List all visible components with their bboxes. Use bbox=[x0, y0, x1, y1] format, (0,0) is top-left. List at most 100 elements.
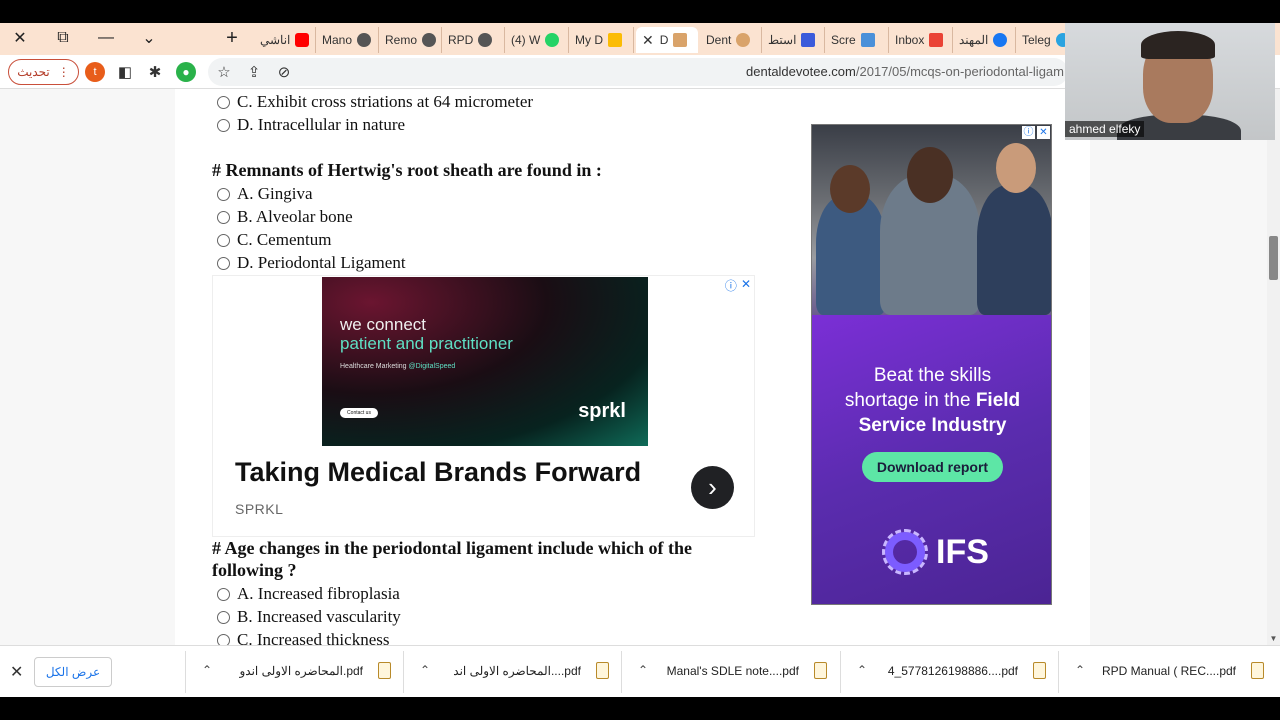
letterbox-bottom bbox=[0, 697, 1280, 720]
tab-screen[interactable]: Scre bbox=[825, 27, 889, 53]
tab-label: Mano bbox=[322, 33, 353, 47]
ad-choices[interactable]: ⓘ ✕ bbox=[725, 277, 751, 294]
ad-choices[interactable]: ⓘ ✕ bbox=[1022, 126, 1050, 139]
webcam-person-hair bbox=[1141, 31, 1215, 59]
radio-icon[interactable] bbox=[217, 187, 230, 201]
extensions-icon[interactable]: ✱ bbox=[145, 62, 165, 82]
person-head bbox=[830, 165, 870, 213]
option-d-prev[interactable]: D. Intracellular in nature bbox=[217, 115, 405, 135]
facebook-icon bbox=[993, 33, 1008, 47]
chevron-up-icon[interactable]: ⌃ bbox=[1075, 663, 1085, 677]
tab-label: اناشي bbox=[260, 33, 291, 47]
scroll-down-icon[interactable]: ▼ bbox=[1267, 634, 1280, 643]
minimize-window-icon[interactable]: — bbox=[86, 23, 126, 53]
ad-info-icon[interactable]: ⓘ bbox=[725, 277, 737, 294]
ad-line3-text: Healthcare Marketing bbox=[340, 363, 407, 370]
radio-icon[interactable] bbox=[217, 118, 230, 132]
download-item[interactable]: ⌃ المحاضره الاولى اند....pdf bbox=[403, 651, 621, 693]
close-downloads-icon[interactable]: ✕ bbox=[10, 662, 23, 682]
download-filename: المحاضره الاولى اندو.pdf bbox=[239, 664, 363, 678]
option-label: B. Increased vascularity bbox=[237, 607, 401, 626]
tab-rpd[interactable]: RPD bbox=[442, 27, 505, 53]
download-item[interactable]: ⌃ المحاضره الاولى اندو.pdf bbox=[185, 651, 403, 693]
chevron-up-icon[interactable]: ⌃ bbox=[638, 663, 648, 677]
star-icon[interactable]: ☆ bbox=[214, 62, 234, 82]
share-icon[interactable]: ⇪ bbox=[244, 62, 264, 82]
option-a[interactable]: A. Gingiva bbox=[217, 184, 313, 204]
tab-active[interactable]: ✕ D bbox=[636, 27, 698, 53]
sidebar-icon[interactable]: ◧ bbox=[115, 62, 135, 82]
whatsapp-icon bbox=[545, 33, 560, 47]
chevron-up-icon[interactable]: ⌃ bbox=[857, 663, 867, 677]
ad-close-icon[interactable]: ✕ bbox=[1037, 126, 1050, 139]
ifs-swirl-icon bbox=[882, 529, 928, 575]
extension-green-icon[interactable]: ● bbox=[176, 62, 196, 82]
update-button[interactable]: تحديث ⋮ bbox=[8, 59, 79, 85]
radio-icon[interactable] bbox=[217, 233, 230, 247]
radio-icon[interactable] bbox=[217, 256, 230, 270]
person-head bbox=[996, 143, 1036, 193]
ad-close-icon[interactable]: ✕ bbox=[741, 277, 751, 294]
inline-ad[interactable]: we connect patient and practitioner Heal… bbox=[212, 275, 755, 537]
option-a[interactable]: A. Increased fibroplasia bbox=[217, 584, 400, 604]
url-path: /2017/05/mcqs-on-periodontal-ligam bbox=[855, 64, 1064, 79]
option-c[interactable]: C. Cementum bbox=[217, 230, 331, 250]
radio-icon[interactable] bbox=[217, 633, 230, 645]
person-shape bbox=[816, 195, 886, 315]
tab-mano[interactable]: Mano bbox=[316, 27, 379, 53]
option-b[interactable]: B. Alveolar bone bbox=[217, 207, 353, 227]
ad-copy-line: shortage in the Field bbox=[812, 388, 1051, 413]
chevron-up-icon[interactable]: ⌃ bbox=[420, 663, 430, 677]
option-label: D. Intracellular in nature bbox=[237, 115, 406, 134]
hide-eye-icon[interactable]: ⊘ bbox=[274, 62, 294, 82]
download-item[interactable]: ⌃ Manal's SDLE note....pdf bbox=[621, 651, 839, 693]
restore-window-icon[interactable]: ⧉ bbox=[43, 23, 83, 53]
tab-label: Scre bbox=[831, 33, 856, 47]
option-c[interactable]: C. Increased thickness bbox=[217, 630, 389, 645]
page-scrollbar[interactable]: ▼ bbox=[1267, 89, 1280, 645]
tab-label: استط bbox=[768, 33, 797, 47]
close-window-icon[interactable]: ✕ bbox=[0, 23, 40, 53]
profile-avatar[interactable]: t bbox=[85, 62, 105, 82]
tab-drive[interactable]: My D bbox=[569, 27, 634, 53]
side-ad[interactable]: ⓘ ✕ Beat the skills shortage in the Field… bbox=[811, 124, 1052, 605]
youtube-icon bbox=[295, 33, 310, 47]
chevron-up-icon[interactable]: ⌃ bbox=[202, 663, 212, 677]
scrollbar-thumb[interactable] bbox=[1269, 236, 1278, 280]
ad-headline[interactable]: Taking Medical Brands Forward bbox=[235, 457, 641, 488]
chevron-right-icon[interactable]: › bbox=[691, 466, 734, 509]
show-all-button[interactable]: عرض الكل bbox=[34, 657, 112, 687]
tab-search-icon[interactable]: ⌄ bbox=[129, 23, 169, 53]
option-label: B. Alveolar bone bbox=[237, 207, 353, 226]
download-item[interactable]: ⌃ RPD Manual ( REC....pdf bbox=[1058, 651, 1276, 693]
radio-icon[interactable] bbox=[217, 210, 230, 224]
radio-icon[interactable] bbox=[217, 95, 230, 109]
option-b[interactable]: B. Increased vascularity bbox=[217, 607, 401, 627]
download-item[interactable]: ⌃ 4_5778126198886....pdf bbox=[840, 651, 1058, 693]
option-d[interactable]: D. Periodontal Ligament bbox=[217, 253, 406, 273]
tab-gmail[interactable]: Inbox bbox=[889, 27, 953, 53]
tab-dent[interactable]: Dent bbox=[700, 27, 762, 53]
ad-contact-button[interactable]: Contact us bbox=[340, 408, 378, 418]
new-tab-icon[interactable]: + bbox=[222, 27, 242, 51]
url-text[interactable]: dentaldevotee.com/2017/05/mcqs-on-period… bbox=[746, 64, 1064, 79]
option-label: A. Increased fibroplasia bbox=[237, 584, 400, 603]
ad-info-icon[interactable]: ⓘ bbox=[1022, 126, 1035, 139]
close-tab-icon[interactable]: ✕ bbox=[642, 32, 654, 49]
option-c-prev[interactable]: C. Exhibit cross striations at 64 microm… bbox=[217, 92, 533, 112]
tab-facebook[interactable]: المهند bbox=[953, 27, 1016, 53]
address-bar[interactable]: ☆ ⇪ ⊘ dentaldevotee.com/2017/05/mcqs-on-… bbox=[208, 58, 1068, 86]
download-report-button[interactable]: Download report bbox=[862, 452, 1003, 482]
radio-icon[interactable] bbox=[217, 610, 230, 624]
tab-arabic[interactable]: استط bbox=[762, 27, 825, 53]
more-vert-icon: ⋮ bbox=[57, 65, 70, 79]
tab-whatsapp[interactable]: (4) W bbox=[505, 27, 569, 53]
tab-youtube[interactable]: اناشي bbox=[254, 27, 316, 53]
tab-telegram[interactable]: Teleg bbox=[1016, 27, 1072, 53]
option-label: D. Periodontal Ligament bbox=[237, 253, 406, 272]
tab-remo[interactable]: Remo bbox=[379, 27, 442, 53]
ad-banner-image[interactable]: we connect patient and practitioner Heal… bbox=[322, 277, 648, 446]
download-filename: 4_5778126198886....pdf bbox=[887, 664, 1018, 678]
option-label: C. Increased thickness bbox=[237, 630, 390, 645]
radio-icon[interactable] bbox=[217, 587, 230, 601]
